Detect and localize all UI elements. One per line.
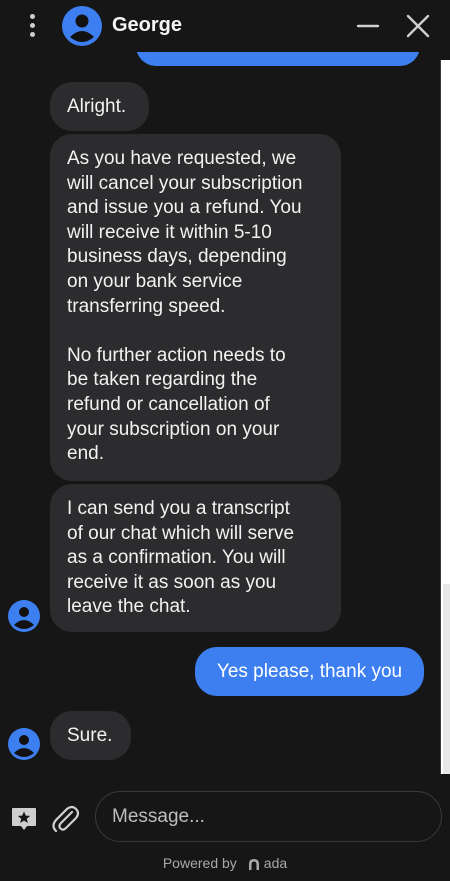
- close-icon[interactable]: [404, 12, 432, 40]
- minimize-icon[interactable]: [356, 14, 380, 38]
- agent-avatar: [62, 6, 102, 46]
- vertical-dots-icon[interactable]: [26, 12, 38, 40]
- powered-by-label: Powered by: [162, 855, 237, 871]
- message-input[interactable]: [95, 791, 442, 842]
- powered-by: Powered by ada: [0, 855, 450, 874]
- agent-message: Sure.: [50, 711, 131, 760]
- user-message: Yes please, thank you: [195, 647, 424, 696]
- chat-header: George: [0, 0, 450, 52]
- ada-brand[interactable]: ada: [264, 855, 287, 871]
- star-bubble-icon[interactable]: [10, 805, 38, 833]
- previous-user-message: [136, 52, 420, 66]
- message-list: Alright. As you have requested, we will …: [0, 52, 440, 772]
- scrollbar-thumb[interactable]: [443, 584, 450, 774]
- agent-message: I can send you a transcript of our chat …: [50, 484, 341, 632]
- paperclip-icon[interactable]: [50, 803, 80, 835]
- agent-message: As you have requested, we will cancel yo…: [50, 134, 341, 481]
- agent-message: Alright.: [50, 82, 149, 131]
- agent-name: George: [112, 14, 183, 36]
- ada-logo-icon: [247, 857, 261, 874]
- agent-avatar: [8, 728, 40, 760]
- agent-avatar: [8, 600, 40, 632]
